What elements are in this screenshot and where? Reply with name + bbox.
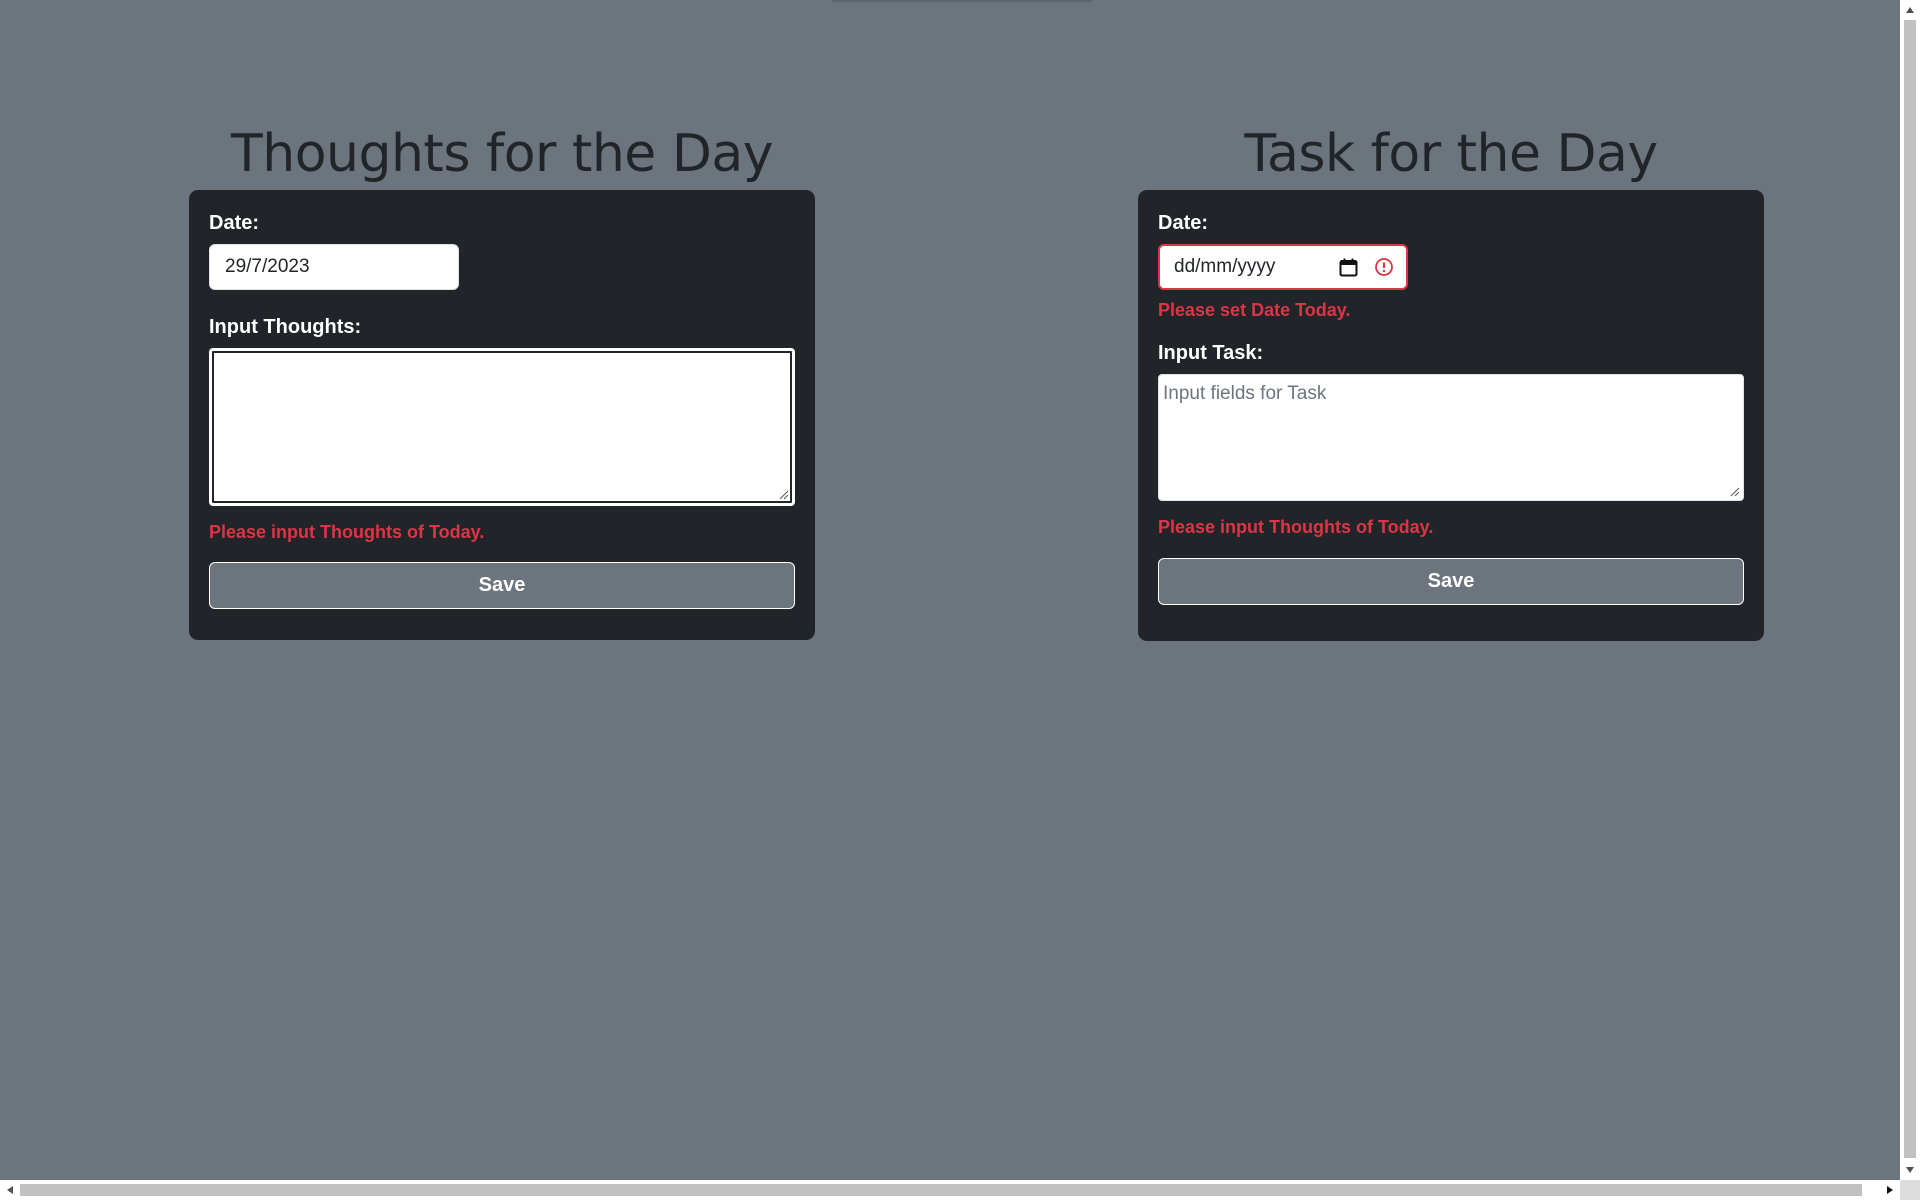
horizontal-scroll-thumb[interactable] <box>20 1184 1862 1196</box>
vertical-scroll-thumb[interactable] <box>1904 20 1916 1158</box>
thoughts-date-label: Date: <box>209 212 260 234</box>
vertical-scrollbar[interactable] <box>1900 0 1920 1180</box>
task-error: Please input Thoughts of Today. <box>1158 517 1434 537</box>
scroll-right-arrow-icon[interactable] <box>1886 1185 1894 1195</box>
task-input-label: Input Task: <box>1158 342 1264 364</box>
thoughts-date-value: 29/7/2023 <box>225 256 310 277</box>
task-date-icons <box>1339 257 1394 277</box>
thoughts-save-button[interactable]: Save <box>209 562 795 609</box>
scroll-down-arrow-icon[interactable] <box>1905 1166 1915 1174</box>
thoughts-textarea[interactable] <box>209 348 795 506</box>
resize-grip-icon[interactable] <box>779 490 789 500</box>
page: Thoughts for the Day Date: 29/7/2023 Inp… <box>0 0 1920 1200</box>
calendar-icon[interactable] <box>1339 258 1358 277</box>
thoughts-card: Date: 29/7/2023 Input Thoughts: Please i… <box>189 190 815 640</box>
task-section: Task for the Day Date: dd/mm/yyyy Please… <box>1138 118 1764 641</box>
thoughts-input-label: Input Thoughts: <box>209 316 362 338</box>
top-divider <box>832 0 1092 2</box>
thoughts-title: Thoughts for the Day <box>230 124 774 184</box>
horizontal-scrollbar[interactable] <box>0 1180 1900 1200</box>
task-date-field[interactable]: dd/mm/yyyy <box>1158 244 1408 290</box>
thoughts-section: Thoughts for the Day Date: 29/7/2023 Inp… <box>189 118 815 640</box>
task-card: Date: dd/mm/yyyy Please set Date Today. … <box>1138 190 1764 641</box>
scroll-up-arrow-icon[interactable] <box>1905 6 1915 14</box>
task-textarea-placeholder: Input fields for Task <box>1163 383 1327 404</box>
scrollbar-corner <box>1900 1180 1920 1200</box>
task-date-placeholder: dd/mm/yyyy <box>1174 256 1276 277</box>
scroll-left-arrow-icon[interactable] <box>6 1185 14 1195</box>
task-date-label: Date: <box>1158 212 1209 234</box>
task-date-error: Please set Date Today. <box>1158 300 1351 320</box>
task-save-button[interactable]: Save <box>1158 558 1744 605</box>
thoughts-date-field[interactable]: 29/7/2023 <box>209 244 459 290</box>
resize-grip-icon[interactable] <box>1730 487 1740 497</box>
task-title: Task for the Day <box>1244 124 1658 184</box>
thoughts-error: Please input Thoughts of Today. <box>209 522 485 542</box>
alert-circle-icon <box>1374 257 1394 277</box>
task-textarea[interactable]: Input fields for Task <box>1158 374 1744 501</box>
